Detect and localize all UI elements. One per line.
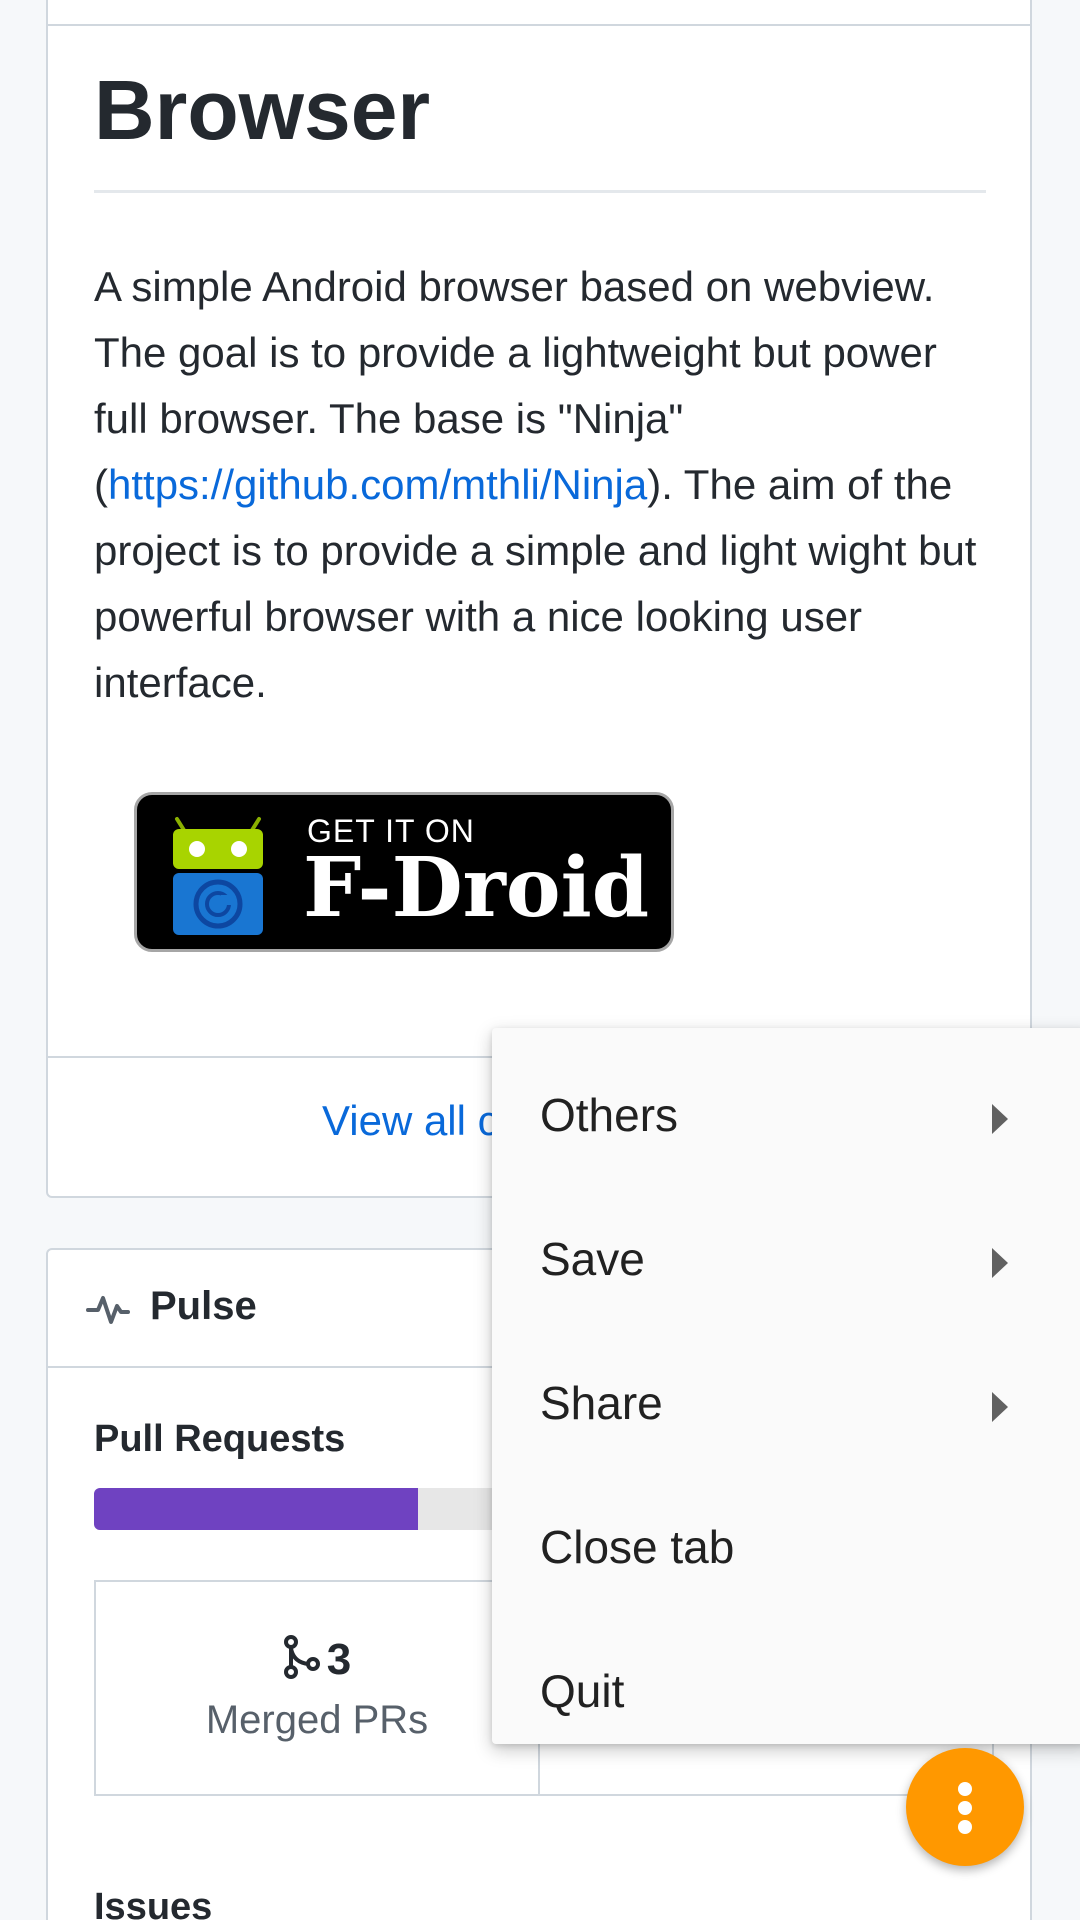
fdroid-badge[interactable]: GET IT ON F-Droid: [134, 792, 674, 952]
view-all-link[interactable]: View all c: [322, 1097, 499, 1145]
menu-item-label: Close tab: [540, 1521, 735, 1573]
readme-title: Browser: [94, 63, 431, 157]
ninja-link[interactable]: https://github.com/mthli/Ninja: [108, 461, 647, 508]
menu-item-label: Save: [540, 1233, 645, 1285]
pulse-title: Pulse: [150, 1284, 257, 1328]
pull-requests-bar-fill: [94, 1488, 418, 1530]
more-vert-icon: [956, 1782, 974, 1834]
pulse-icon: [86, 1296, 130, 1324]
menu-item-label: Quit: [540, 1665, 625, 1717]
page: Browser A simple Android browser based o…: [0, 0, 1080, 1920]
merged-prs-count-line: 3: [96, 1634, 538, 1685]
overflow-menu: Others Save Share Close tab Quit: [492, 1028, 1080, 1744]
menu-item-share[interactable]: Share: [492, 1336, 1080, 1480]
readme-card: Browser A simple Android browser based o…: [46, 0, 1032, 1198]
arrow-right-icon: [992, 1104, 1008, 1134]
merged-prs-count: 3: [326, 1635, 352, 1684]
arrow-right-icon: [992, 1248, 1008, 1278]
merged-prs-stat[interactable]: 3 Merged PRs: [96, 1582, 540, 1794]
git-merge-icon: [283, 1635, 320, 1679]
badge-store-name: F-Droid: [303, 840, 650, 936]
menu-item-label: Share: [540, 1377, 663, 1429]
merged-prs-label: Merged PRs: [205, 1698, 429, 1742]
issues-heading: Issues: [94, 1886, 213, 1920]
menu-item-label: Others: [540, 1089, 679, 1141]
fdroid-robot-icon: [173, 817, 263, 935]
divider: [94, 190, 986, 193]
more-options-fab[interactable]: [906, 1748, 1024, 1866]
arrow-right-icon: [992, 1392, 1008, 1422]
menu-item-others[interactable]: Others: [492, 1048, 1080, 1192]
readme-description: A simple Android browser based on webvie…: [94, 254, 994, 716]
menu-item-save[interactable]: Save: [492, 1192, 1080, 1336]
menu-item-close-tab[interactable]: Close tab: [492, 1480, 1080, 1624]
divider: [48, 24, 1030, 26]
pull-requests-heading: Pull Requests: [94, 1418, 346, 1460]
menu-item-quit[interactable]: Quit: [492, 1624, 1080, 1768]
